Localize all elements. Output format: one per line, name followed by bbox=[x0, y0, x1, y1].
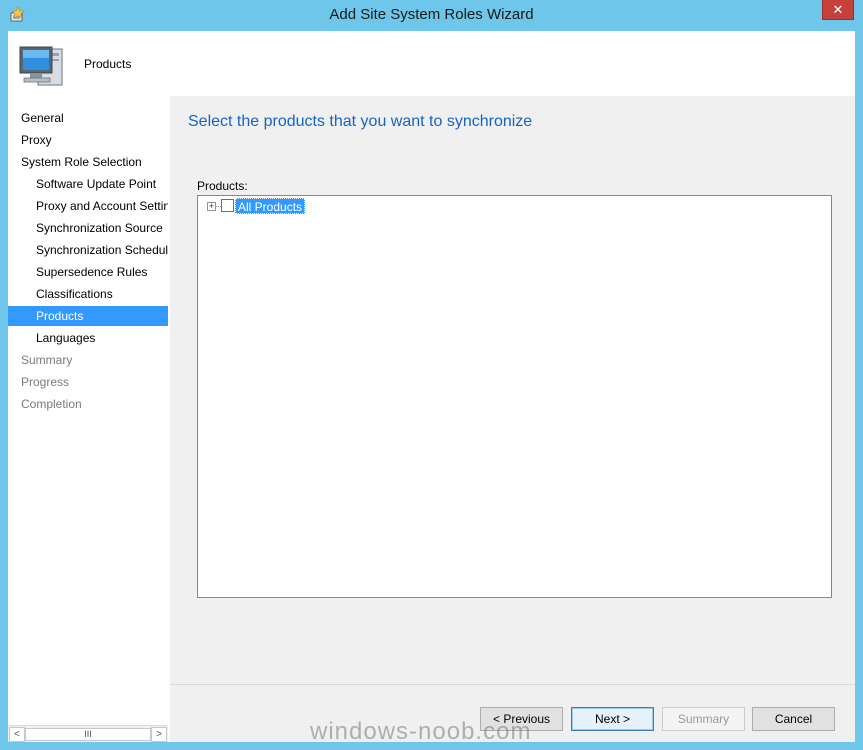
products-tree[interactable]: + All Products bbox=[197, 195, 832, 598]
wizard-client-area: Products General Proxy System Role Selec… bbox=[8, 31, 855, 742]
nav-item-supersedence-rules[interactable]: Supersedence Rules bbox=[8, 262, 168, 282]
products-label: Products: bbox=[197, 179, 248, 193]
nav-item-synchronization-source[interactable]: Synchronization Source bbox=[8, 218, 168, 238]
nav-item-languages[interactable]: Languages bbox=[8, 328, 168, 348]
nav-item-synchronization-schedule[interactable]: Synchronization Schedule bbox=[8, 240, 168, 260]
expand-icon[interactable]: + bbox=[207, 202, 216, 211]
wizard-window: Add Site System Roles Wizard ✕ Products … bbox=[0, 0, 863, 750]
nav-item-system-role-selection[interactable]: System Role Selection bbox=[8, 152, 168, 172]
scroll-right-arrow-icon[interactable]: > bbox=[151, 727, 167, 742]
wizard-header: Products bbox=[8, 31, 855, 96]
nav-item-summary: Summary bbox=[21, 353, 73, 367]
title-bar[interactable]: Add Site System Roles Wizard ✕ bbox=[0, 0, 863, 31]
cancel-button[interactable]: Cancel bbox=[752, 707, 835, 731]
wizard-nav: General Proxy System Role Selection Soft… bbox=[8, 96, 168, 726]
window-title: Add Site System Roles Wizard bbox=[329, 6, 534, 23]
close-button[interactable]: ✕ bbox=[822, 0, 854, 20]
scroll-thumb[interactable]: III bbox=[25, 728, 151, 741]
nav-item-progress: Progress bbox=[21, 375, 70, 389]
nav-item-products[interactable]: Products bbox=[8, 306, 168, 326]
computer-icon bbox=[19, 46, 63, 86]
watermark: windows-noob.com bbox=[310, 718, 532, 745]
nav-item-software-update-point[interactable]: Software Update Point bbox=[8, 174, 168, 194]
wizard-content: Select the products that you want to syn… bbox=[170, 96, 855, 684]
nav-horizontal-scrollbar[interactable]: < III > bbox=[8, 725, 168, 742]
summary-button: Summary bbox=[662, 707, 745, 731]
scroll-left-arrow-icon[interactable]: < bbox=[9, 727, 25, 742]
nav-item-general[interactable]: General bbox=[8, 108, 168, 128]
page-heading: Select the products that you want to syn… bbox=[188, 113, 533, 130]
next-button[interactable]: Next > bbox=[571, 707, 654, 731]
header-title: Products bbox=[84, 57, 132, 71]
nav-item-completion: Completion bbox=[21, 397, 82, 411]
all-products-checkbox[interactable] bbox=[221, 199, 234, 212]
nav-item-proxy-and-account-settings[interactable]: Proxy and Account Settings bbox=[8, 196, 168, 216]
nav-item-classifications[interactable]: Classifications bbox=[8, 284, 168, 304]
tree-item-all-products[interactable]: All Products bbox=[235, 198, 306, 214]
nav-item-proxy[interactable]: Proxy bbox=[8, 130, 168, 150]
